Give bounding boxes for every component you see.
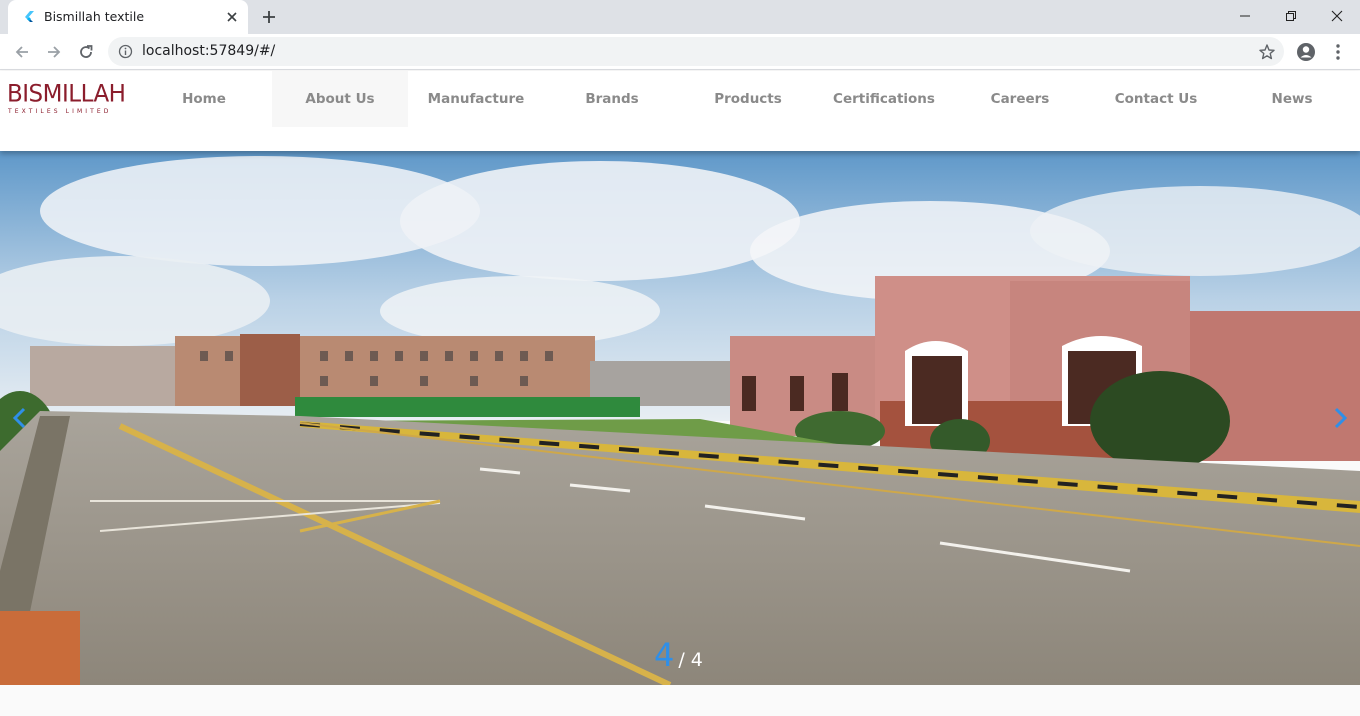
page-bottom-area bbox=[0, 685, 1360, 716]
restore-icon bbox=[1286, 11, 1296, 21]
tab-title: Bismillah textile bbox=[44, 9, 145, 24]
close-window-icon bbox=[1331, 10, 1343, 22]
flutter-favicon-icon bbox=[25, 11, 34, 22]
minimize-icon bbox=[1240, 15, 1250, 17]
logo-wordmark: BISMILLAH bbox=[7, 80, 126, 108]
close-tab-icon[interactable] bbox=[224, 9, 240, 25]
address-bar[interactable]: localhost:57849/#/ bbox=[108, 37, 1284, 66]
nav-home[interactable]: Home bbox=[136, 71, 272, 127]
nav-certifications[interactable]: Certifications bbox=[816, 71, 952, 127]
nav-products[interactable]: Products bbox=[680, 71, 816, 127]
browser-tab[interactable]: Bismillah textile bbox=[8, 0, 248, 34]
nav-careers[interactable]: Careers bbox=[952, 71, 1088, 127]
browser-tab-strip: Bismillah textile bbox=[0, 0, 1360, 34]
next-slide-arrow-icon[interactable] bbox=[1328, 406, 1352, 430]
url-text: localhost:57849/#/ bbox=[142, 43, 276, 59]
site-info-icon[interactable] bbox=[118, 44, 133, 59]
nav-brands[interactable]: Brands bbox=[544, 71, 680, 127]
logo-tagline: TEXTILES LIMITED bbox=[8, 108, 112, 115]
restore-button[interactable] bbox=[1268, 0, 1314, 32]
total-slides: / 4 bbox=[678, 649, 703, 671]
nav-contact-us[interactable]: Contact Us bbox=[1088, 71, 1224, 127]
browser-menu-icon[interactable] bbox=[1330, 42, 1346, 62]
browser-toolbar: localhost:57849/#/ bbox=[0, 34, 1360, 70]
nav-manufacture[interactable]: Manufacture bbox=[408, 71, 544, 127]
company-logo[interactable]: BISMILLAH TEXTILES LIMITED bbox=[7, 80, 137, 119]
new-tab-icon[interactable] bbox=[260, 8, 278, 26]
reload-icon[interactable] bbox=[76, 42, 96, 62]
back-arrow-icon[interactable] bbox=[12, 42, 32, 62]
nav-about-us[interactable]: About Us bbox=[272, 71, 408, 127]
current-slide-number: 4 bbox=[654, 636, 675, 674]
profile-avatar-icon[interactable] bbox=[1296, 42, 1316, 62]
close-window-button[interactable] bbox=[1314, 0, 1360, 32]
previous-slide-arrow-icon[interactable] bbox=[8, 406, 32, 430]
hero-slider bbox=[0, 151, 1360, 685]
bookmark-star-icon[interactable] bbox=[1258, 43, 1276, 61]
nav-news[interactable]: News bbox=[1224, 71, 1360, 127]
minimize-button[interactable] bbox=[1222, 0, 1268, 32]
factory-campus-photo bbox=[0, 151, 1360, 685]
site-header: BISMILLAH TEXTILES LIMITED Home About Us… bbox=[0, 71, 1360, 151]
slide-counter: 4/ 4 bbox=[654, 636, 703, 676]
forward-arrow-icon[interactable] bbox=[44, 42, 64, 62]
